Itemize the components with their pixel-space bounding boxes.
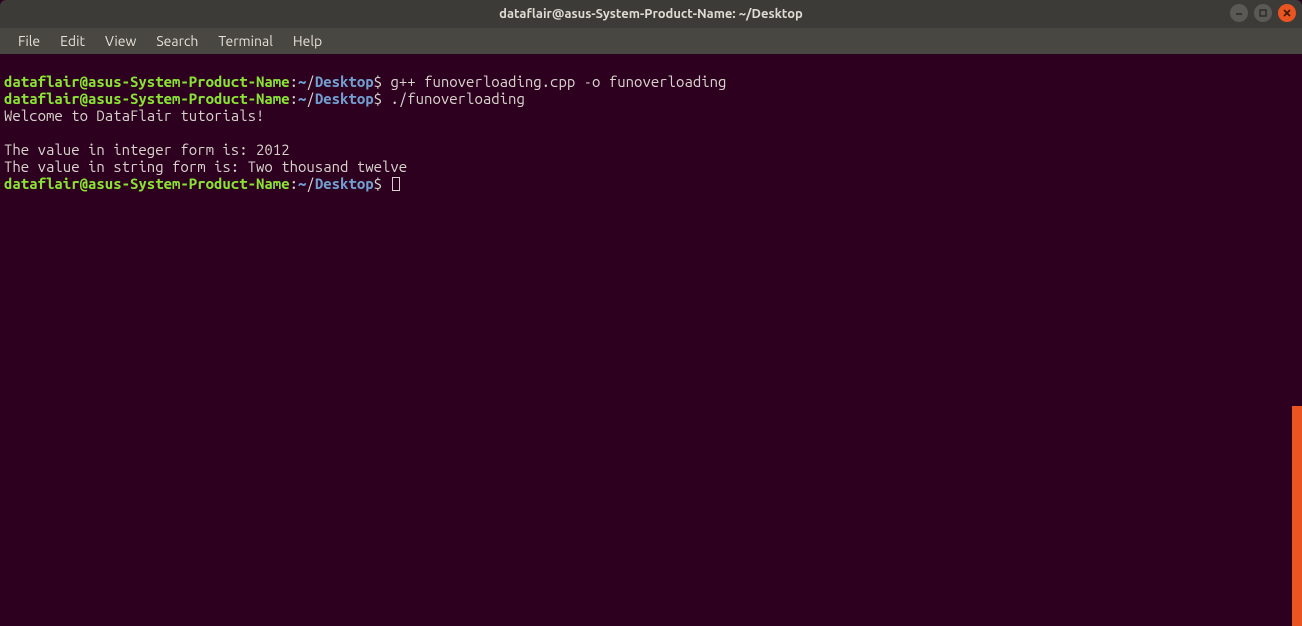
window-title: dataflair@asus-System-Product-Name: ~/De… xyxy=(499,7,803,21)
close-icon xyxy=(1282,8,1292,18)
prompt-slash: / xyxy=(306,175,314,192)
prompt-colon: : xyxy=(290,90,298,107)
window-controls xyxy=(1230,4,1296,22)
output-line: The value in integer form is: 2012 xyxy=(4,141,290,158)
minimize-button[interactable] xyxy=(1230,4,1248,22)
prompt-path: Desktop xyxy=(315,175,374,192)
prompt-user: dataflair@asus-System-Product-Name xyxy=(4,90,290,107)
prompt-dollar: $ xyxy=(374,175,391,192)
prompt-slash: / xyxy=(306,90,314,107)
scrollbar[interactable] xyxy=(1292,406,1302,626)
prompt-path: Desktop xyxy=(315,73,374,90)
maximize-button[interactable] xyxy=(1254,4,1272,22)
terminal-window: dataflair@asus-System-Product-Name: ~/De… xyxy=(0,0,1302,626)
menu-file[interactable]: File xyxy=(8,30,50,52)
menu-view[interactable]: View xyxy=(95,30,146,52)
titlebar[interactable]: dataflair@asus-System-Product-Name: ~/De… xyxy=(0,0,1302,28)
prompt-path: Desktop xyxy=(315,90,374,107)
menu-help[interactable]: Help xyxy=(283,30,332,52)
prompt-slash: / xyxy=(306,73,314,90)
menu-search[interactable]: Search xyxy=(146,30,208,52)
terminal-body[interactable]: dataflair@asus-System-Product-Name:~/Des… xyxy=(0,54,1302,626)
prompt-colon: : xyxy=(290,73,298,90)
cursor-icon xyxy=(392,177,400,191)
terminal-output: dataflair@asus-System-Product-Name:~/Des… xyxy=(4,56,1298,209)
command-2: ./funoverloading xyxy=(390,90,524,107)
menu-terminal[interactable]: Terminal xyxy=(208,30,283,52)
prompt-dollar: $ xyxy=(374,90,391,107)
minimize-icon xyxy=(1234,8,1244,18)
output-line: Welcome to DataFlair tutorials! xyxy=(4,107,264,124)
menu-edit[interactable]: Edit xyxy=(50,30,95,52)
command-1: g++ funoverloading.cpp -o funoverloading xyxy=(390,73,726,90)
maximize-icon xyxy=(1258,8,1268,18)
prompt-user: dataflair@asus-System-Product-Name xyxy=(4,175,290,192)
prompt-user: dataflair@asus-System-Product-Name xyxy=(4,73,290,90)
close-button[interactable] xyxy=(1278,4,1296,22)
prompt-dollar: $ xyxy=(374,73,391,90)
menubar: File Edit View Search Terminal Help xyxy=(0,28,1302,54)
output-line: The value in string form is: Two thousan… xyxy=(4,158,407,175)
prompt-colon: : xyxy=(290,175,298,192)
